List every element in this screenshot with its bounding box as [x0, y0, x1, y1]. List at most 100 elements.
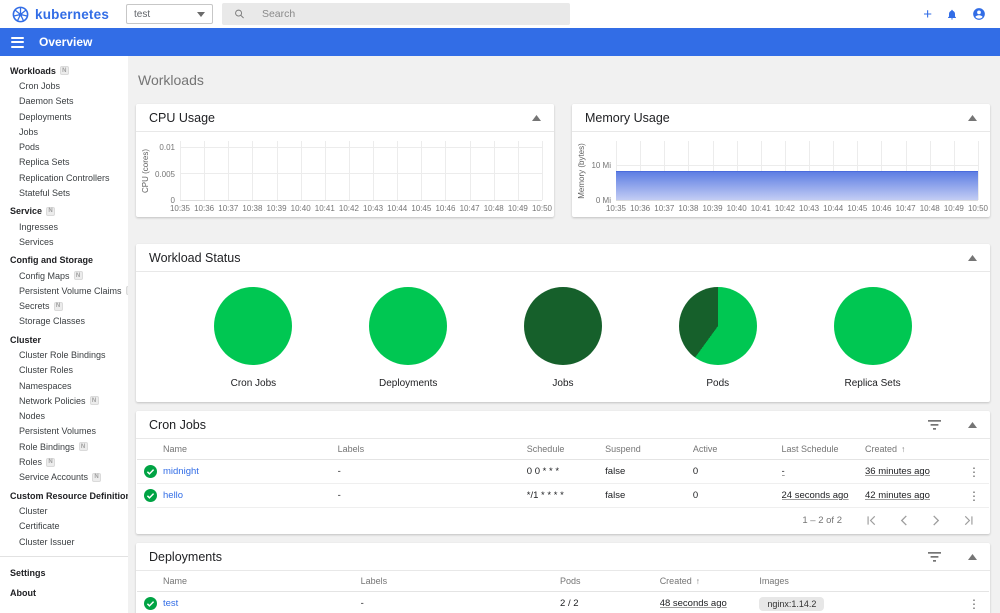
sidebar-item-about[interactable]: About — [0, 583, 128, 603]
v-gridline — [324, 141, 326, 200]
create-resource-button[interactable]: + — [923, 7, 932, 22]
x-tick-label: 10:42 — [338, 204, 359, 213]
sidebar-item-settings[interactable]: Settings — [0, 563, 128, 583]
last-page-icon[interactable] — [964, 515, 974, 526]
sidebar-item-service-accounts[interactable]: Service Accounts N — [0, 470, 128, 485]
h-gridline — [180, 173, 542, 175]
user-account-icon[interactable] — [972, 7, 986, 21]
sidebar-item-daemon-sets[interactable]: Daemon Sets — [0, 94, 128, 109]
column-header-suspend[interactable]: Suspend — [605, 444, 693, 454]
sidebar-item-label: Workloads — [10, 65, 56, 76]
row-menu-button[interactable]: ⋮ — [959, 597, 989, 611]
row-menu-button[interactable]: ⋮ — [959, 489, 989, 503]
sidebar-item-namespaces[interactable]: Namespaces — [0, 378, 128, 393]
sidebar-item-persistent-volume-claims[interactable]: Persistent Volume ClaimsN — [0, 283, 128, 298]
memory-x-axis: 10:35 10:36 10:37 10:38 10:39 10:40 10:41 10:42… — [606, 201, 988, 214]
sidebar-item-secrets[interactable]: Secrets N — [0, 298, 128, 313]
column-header-active[interactable]: Active — [693, 444, 782, 454]
sidebar-item-stateful-sets[interactable]: Stateful Sets — [0, 185, 128, 200]
pie-chart-replica-sets[interactable] — [833, 287, 912, 365]
sidebar-item-replica-sets[interactable]: Replica Sets — [0, 155, 128, 170]
sidebar-item-workloads[interactable]: Workloads N — [0, 63, 128, 78]
next-page-icon[interactable] — [932, 515, 940, 526]
sidebar-item-certificate[interactable]: Certificate — [0, 519, 128, 534]
sidebar-item-cluster[interactable]: Cluster — [0, 332, 128, 347]
x-tick-label: 10:47 — [459, 204, 480, 213]
column-header-schedule[interactable]: Schedule — [527, 444, 605, 454]
table-row-hello: hello - */1 * * * * false 0 24 seconds ago 42 … — [137, 484, 989, 508]
collapse-card-button[interactable] — [968, 554, 977, 560]
column-header-name[interactable]: Name — [163, 444, 338, 454]
previous-page-icon[interactable] — [900, 515, 908, 526]
pie-chart-deployments[interactable] — [369, 287, 448, 365]
sidebar-item-deployments[interactable]: Deployments — [0, 109, 128, 124]
pie-chart-jobs[interactable] — [523, 287, 602, 365]
deployments-table-header: Name Labels Pods Created ↑ Images — [137, 571, 989, 592]
pie-chart-cron-jobs[interactable] — [214, 287, 293, 365]
name-link[interactable]: midnight — [163, 466, 199, 477]
namespaced-badge: N — [125, 286, 128, 296]
sidebar-item-ingresses[interactable]: Ingresses — [0, 219, 128, 234]
sidebar-item-replication-controllers[interactable]: Replication Controllers — [0, 170, 128, 185]
collapse-card-button[interactable] — [968, 255, 977, 261]
sidebar-item-label: Services — [19, 236, 54, 247]
filter-button[interactable] — [928, 420, 941, 430]
first-page-icon[interactable] — [866, 515, 876, 526]
sidebar-item-role-bindings[interactable]: Role Bindings N — [0, 439, 128, 454]
cell-created: 42 minutes ago — [865, 490, 959, 501]
column-header-name[interactable]: Name — [163, 576, 361, 586]
collapse-card-button[interactable] — [968, 422, 977, 428]
column-header-labels[interactable]: Labels — [361, 576, 560, 586]
namespaced-badge: N — [89, 396, 99, 406]
pagination: 1 – 2 of 2 — [136, 508, 990, 534]
sidebar-item-storage-classes[interactable]: Storage Classes — [0, 314, 128, 329]
x-tick-label: 10:50 — [967, 204, 989, 213]
x-tick-label: 10:36 — [194, 204, 215, 213]
kubernetes-logo[interactable]: kubernetes — [12, 6, 126, 23]
collapse-card-button[interactable] — [532, 115, 541, 121]
sidebar-item-services[interactable]: Services — [0, 234, 128, 249]
sidebar-item-config-maps[interactable]: Config Maps N — [0, 268, 128, 283]
sidebar-item-nodes[interactable]: Nodes — [0, 409, 128, 424]
row-menu-button[interactable]: ⋮ — [959, 465, 989, 479]
filter-button[interactable] — [928, 552, 941, 562]
search-icon — [235, 9, 244, 19]
name-link[interactable]: test — [163, 598, 178, 609]
sidebar-item-cron-jobs[interactable]: Cron Jobs — [0, 78, 128, 93]
column-header-pods[interactable]: Pods — [560, 576, 660, 586]
sidebar-item-service[interactable]: Service N — [0, 204, 128, 219]
memory-plot-area — [616, 141, 979, 201]
cell-active: 0 — [692, 490, 699, 501]
menu-hamburger-icon[interactable] — [11, 36, 24, 48]
column-header-created[interactable]: Created ↑ — [865, 444, 959, 454]
sidebar-item-network-policies[interactable]: Network Policies N — [0, 393, 128, 408]
sidebar-item-pods[interactable]: Pods — [0, 139, 128, 154]
x-tick-label: 10:39 — [702, 204, 723, 213]
sidebar-item-cluster-roles[interactable]: Cluster Roles — [0, 363, 128, 378]
pie-label: Cron Jobs — [230, 378, 277, 389]
search-bar[interactable] — [222, 3, 570, 25]
sidebar-item-config-and-storage[interactable]: Config and Storage — [0, 253, 128, 268]
sidebar-item-cluster-role-bindings[interactable]: Cluster Role Bindings — [0, 347, 128, 362]
sidebar-item-label: Cron Jobs — [19, 80, 61, 91]
v-gridline — [180, 141, 181, 200]
column-header-labels[interactable]: Labels — [338, 444, 527, 454]
sidebar-item-roles[interactable]: Roles N — [0, 454, 128, 469]
logo-text: kubernetes — [35, 6, 110, 22]
column-header-last-schedule[interactable]: Last Schedule — [782, 444, 865, 454]
sidebar-item-custom-resource-definitions[interactable]: Custom Resource Definitions — [0, 488, 128, 503]
name-link[interactable]: hello — [163, 490, 183, 501]
pie-chart-pods[interactable] — [678, 287, 757, 365]
search-input[interactable] — [261, 8, 558, 20]
sidebar-item-jobs[interactable]: Jobs — [0, 124, 128, 139]
collapse-card-button[interactable] — [968, 115, 977, 121]
notifications-bell-icon[interactable] — [946, 8, 958, 21]
column-header-images[interactable]: Images — [759, 576, 959, 586]
column-header-created[interactable]: Created ↑ — [660, 576, 760, 586]
x-tick-label: 10:46 — [435, 204, 456, 213]
sidebar-item-persistent-volumes[interactable]: Persistent Volumes — [0, 424, 128, 439]
namespace-selector[interactable]: test — [126, 4, 213, 24]
sidebar-item-cluster[interactable]: Cluster — [0, 503, 128, 518]
app-bar: Overview — [0, 28, 1000, 56]
sidebar-item-cluster-issuer[interactable]: Cluster Issuer — [0, 534, 128, 549]
